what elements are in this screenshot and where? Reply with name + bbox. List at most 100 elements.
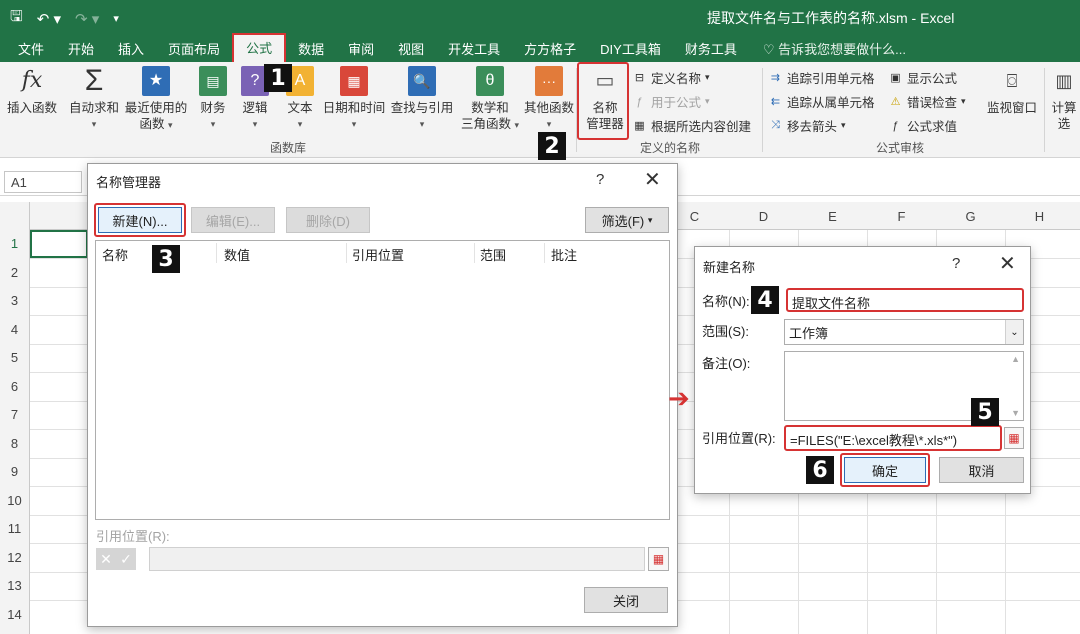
step-badge: 1 <box>264 64 292 92</box>
quick-access-toolbar: 🖫 ↶ ▾ ↷ ▾ ▾ <box>10 6 119 31</box>
row-header[interactable]: 6 <box>0 372 30 401</box>
tab-view[interactable]: 视图 <box>386 33 436 62</box>
close-icon[interactable]: ✕ <box>644 167 661 192</box>
remove-arrows-icon: ⤨ <box>771 119 780 131</box>
delete-name-button[interactable]: 删除(D) <box>286 207 370 233</box>
group-label-function-library: 函数库 <box>270 141 307 155</box>
help-icon[interactable]: ? <box>952 255 960 272</box>
math-trig-button[interactable]: θ 数学和 三角函数 ▾ <box>458 66 522 133</box>
watch-window-button[interactable]: ⌼ 监视窗口 <box>982 66 1042 116</box>
name-field[interactable]: 提取文件名称 <box>786 288 1024 312</box>
row-header[interactable]: 5 <box>0 344 30 372</box>
filter-button[interactable]: 筛选(F) ▾ <box>585 207 669 233</box>
calendar-book-icon: ▦ <box>340 66 368 96</box>
row-header[interactable]: 9 <box>0 458 30 486</box>
title-bar: 🖫 ↶ ▾ ↷ ▾ ▾ 提取文件名与工作表的名称.xlsm - Excel <box>0 0 1080 33</box>
column-header[interactable]: H <box>1005 209 1074 224</box>
column-header[interactable]: F <box>867 209 936 224</box>
range-select-icon[interactable]: ▦ <box>1004 427 1024 449</box>
column-header[interactable]: G <box>936 209 1005 224</box>
row-header[interactable]: 14 <box>0 600 30 634</box>
comment-label: 备注(O): <box>702 356 751 371</box>
scope-label: 范围(S): <box>702 324 749 339</box>
datetime-button[interactable]: ▦ 日期和时间 ▾ <box>320 66 388 132</box>
tab-formulas[interactable]: 公式 <box>232 33 287 62</box>
tab-file[interactable]: 文件 <box>6 33 56 62</box>
row-header[interactable]: 11 <box>0 515 30 543</box>
remove-arrows-button[interactable]: ⤨ 移去箭头 ▾ <box>768 116 845 135</box>
tab-review[interactable]: 审阅 <box>336 33 386 62</box>
row-header[interactable]: 8 <box>0 429 30 458</box>
redo-icon[interactable]: ↷ ▾ <box>75 10 99 28</box>
row-header[interactable]: 13 <box>0 572 30 600</box>
column-header-name[interactable]: 名称 <box>102 245 128 264</box>
error-checking-button[interactable]: ⚠ 错误检查 ▾ <box>888 92 966 111</box>
tab-insert[interactable]: 插入 <box>106 33 156 62</box>
tab-finance-tools[interactable]: 财务工具 <box>673 33 749 62</box>
undo-icon[interactable]: ↶ ▾ <box>37 10 61 28</box>
range-select-icon[interactable]: ▦ <box>648 547 669 571</box>
show-formulas-button[interactable]: ▣ 显示公式 <box>888 68 957 87</box>
selected-cell-a1[interactable] <box>30 230 88 258</box>
close-icon[interactable]: ✕ <box>999 251 1016 276</box>
highlight-ok-button <box>840 453 930 487</box>
lookup-button[interactable]: 🔍 查找与引用 ▾ <box>388 66 456 132</box>
scroll-down-icon[interactable]: ▼ <box>1011 408 1020 418</box>
select-all-corner[interactable] <box>0 202 30 230</box>
refers-to-field[interactable] <box>149 547 645 571</box>
calc-options-button[interactable]: ▥ 计算选 <box>1048 66 1080 132</box>
row-header[interactable]: 4 <box>0 315 30 344</box>
column-header-comment[interactable]: 批注 <box>551 245 577 264</box>
cancel-button[interactable]: 取消 <box>939 457 1024 483</box>
column-header-scope[interactable]: 范围 <box>480 245 506 264</box>
evaluate-formula-button[interactable]: ƒ 公式求值 <box>888 116 957 135</box>
save-icon[interactable]: 🖫 <box>10 6 23 31</box>
column-header[interactable]: D <box>729 209 798 224</box>
insert-function-button[interactable]: fx 插入函数 <box>4 66 60 116</box>
row-header[interactable]: 10 <box>0 486 30 515</box>
row-header[interactable]: 1 <box>0 230 30 258</box>
tab-developer[interactable]: 开发工具 <box>436 33 512 62</box>
tell-me-search[interactable]: ♡ 告诉我您想要做什么... <box>749 33 906 62</box>
tab-data[interactable]: 数据 <box>286 33 336 62</box>
row-header[interactable]: 3 <box>0 287 30 315</box>
column-header-value[interactable]: 数值 <box>224 245 250 264</box>
refers-to-field[interactable]: =FILES("E:\excel教程\*.xls*") <box>784 425 1002 451</box>
close-dialog-button[interactable]: 关闭 <box>584 587 668 613</box>
lightbulb-icon: ♡ <box>762 42 779 57</box>
column-header[interactable]: E <box>798 209 867 224</box>
recent-functions-button[interactable]: ★ 最近使用的 函数 ▾ <box>122 66 190 133</box>
highlight-name-manager <box>577 62 629 140</box>
more-functions-button[interactable]: ··· 其他函数 ▾ <box>521 66 577 132</box>
trace-dependents-button[interactable]: ⇇ 追踪从属单元格 <box>768 92 875 111</box>
more-book-icon: ··· <box>535 66 563 96</box>
trace-precedents-button[interactable]: ⇉ 追踪引用单元格 <box>768 68 875 87</box>
ribbon-tabs: 文件 开始 插入 页面布局 公式 数据 审阅 视图 开发工具 方方格子 DIY工… <box>0 33 1080 62</box>
scroll-up-icon[interactable]: ▲ <box>1011 354 1020 364</box>
row-header[interactable]: 2 <box>0 258 30 287</box>
tab-diy-toolbox[interactable]: DIY工具箱 <box>588 33 673 62</box>
help-icon[interactable]: ? <box>596 171 604 188</box>
scope-select[interactable]: 工作簿 ⌄ <box>784 319 1024 345</box>
customize-qat-icon[interactable]: ▾ <box>113 12 119 25</box>
column-header-refers-to[interactable]: 引用位置 <box>352 245 404 264</box>
use-in-formula-button[interactable]: ƒ 用于公式 ▾ <box>632 92 709 111</box>
define-name-button[interactable]: ⊟ 定义名称 ▾ <box>632 68 710 87</box>
tab-fangfang[interactable]: 方方格子 <box>512 33 588 62</box>
row-header[interactable]: 7 <box>0 401 30 429</box>
tab-home[interactable]: 开始 <box>56 33 106 62</box>
commit-check-icon[interactable]: ✓ <box>120 551 132 568</box>
name-box[interactable]: A1 <box>4 171 82 193</box>
cancel-x-icon[interactable]: ✕ <box>100 551 112 568</box>
fx-icon: fx <box>21 68 43 93</box>
names-list[interactable]: 名称 数值 引用位置 范围 批注 <box>95 240 670 520</box>
grid-icon: ▦ <box>634 120 645 132</box>
name-manager-dialog: 名称管理器 ? ✕ 新建(N)... 编辑(E)... 删除(D) 筛选(F) … <box>87 163 678 627</box>
financial-button[interactable]: ▤ 财务 ▾ <box>196 66 230 132</box>
edit-name-button[interactable]: 编辑(E)... <box>191 207 275 233</box>
tag-icon: ⊟ <box>634 72 645 84</box>
create-from-selection-button[interactable]: ▦ 根据所选内容创建 <box>632 116 751 135</box>
row-header[interactable]: 12 <box>0 543 30 572</box>
tab-page-layout[interactable]: 页面布局 <box>156 33 232 62</box>
autosum-button[interactable]: Σ 自动求和 ▾ <box>66 66 122 132</box>
